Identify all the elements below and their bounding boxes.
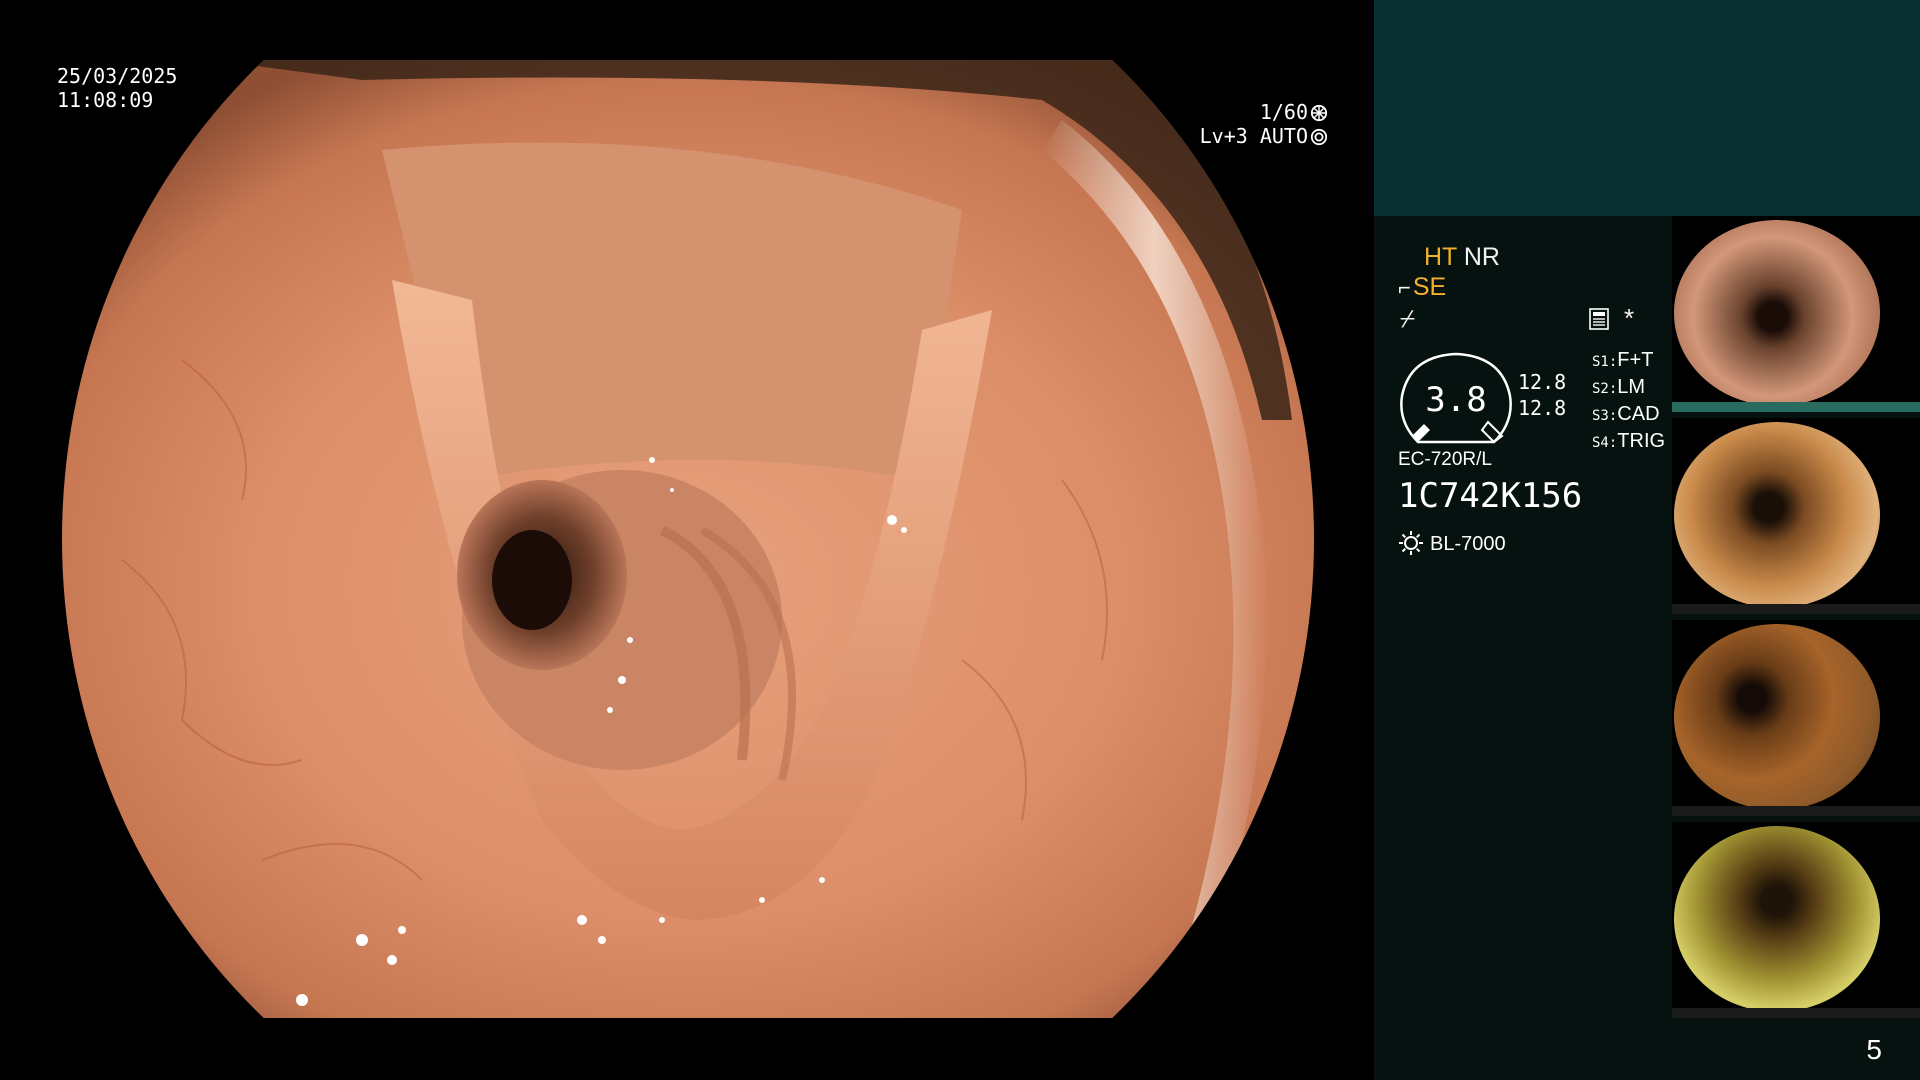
auto-iris-icon [1310, 128, 1328, 146]
switch-item-3: S3:CAD [1592, 403, 1660, 425]
switch-item-2: S2:LM [1592, 376, 1646, 398]
shutter-text: 1/60 [1259, 100, 1308, 124]
se-row: ⌐SE [1398, 272, 1446, 303]
light-source-text: BL-7000 [1430, 533, 1506, 555]
light-source-row: BL-7000 [1398, 530, 1506, 557]
thumbnail-image [1674, 220, 1880, 406]
asterisk-indicator: * [1624, 303, 1635, 333]
ht-indicator: HT [1424, 243, 1457, 271]
switch-item-1: S1:F+T [1592, 349, 1654, 371]
panel-header-area [1374, 0, 1920, 216]
gauge-value: 3.8 [1425, 380, 1487, 420]
thumbnail-2[interactable] [1672, 418, 1920, 614]
value-lower: 12.8 [1518, 396, 1567, 420]
colon-lumen-image [62, 60, 1314, 1018]
thumbnail-image [1674, 422, 1880, 608]
structure-enhance-icon: ⌐ [1398, 275, 1411, 300]
exposure-readout: 1/60 Lv+3 AUTO [1200, 100, 1328, 148]
scope-model: EC-720R/L [1398, 449, 1492, 470]
thumbnail-bar [1672, 806, 1920, 816]
processor-status: HT NR ⌐SE ⌿ * 3.8 12.8 12.8 S1:F+T S2:LM… [1398, 242, 1668, 582]
nr-indicator: NR [1463, 243, 1500, 271]
switch-assignment-list: S1:F+T S2:LM S3:CAD S4:TRIG [1592, 348, 1665, 456]
document-icon [1589, 308, 1609, 330]
freeze-icon: ⌿ [1400, 305, 1416, 333]
date-text: 25/03/2025 [57, 64, 178, 88]
level-text: Lv+3 AUTO [1199, 124, 1308, 148]
page-number: 5 [1866, 1034, 1882, 1065]
thumbnail-3[interactable] [1672, 620, 1920, 816]
thumbnail-1[interactable] [1672, 216, 1920, 412]
endoscope-view: 25/03/2025 11:08:09 1/60 Lv+3 AUTO [0, 0, 1374, 1080]
thumbnail-bar [1672, 1008, 1920, 1018]
time-text: 11:08:09 [57, 88, 154, 112]
thumbnail-image [1674, 624, 1880, 810]
thumbnail-bar [1672, 402, 1920, 412]
thumbnail-bar [1672, 604, 1920, 614]
se-indicator: SE [1412, 273, 1447, 301]
value-upper: 12.8 [1518, 370, 1567, 394]
scope-serial: 1C742K156 [1398, 476, 1583, 516]
thumbnail-image [1674, 826, 1880, 1012]
ht-nr-row: HT NR [1424, 242, 1500, 272]
aperture-icon [1310, 104, 1328, 122]
light-source-icon [1399, 531, 1423, 555]
date-time-readout: 25/03/2025 11:08:09 [57, 64, 177, 112]
thumbnail-4[interactable] [1672, 822, 1920, 1018]
switch-item-4: S4:TRIG [1592, 430, 1666, 452]
